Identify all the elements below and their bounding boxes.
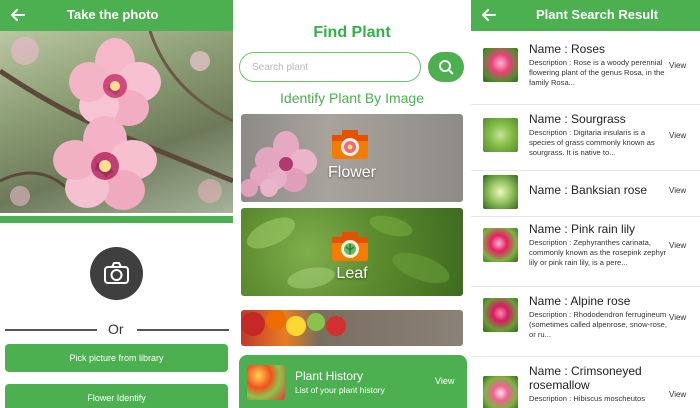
result-name: Name : Alpine rose xyxy=(529,294,631,308)
result-item[interactable]: Name : Alpine rose Description : Rhodode… xyxy=(471,290,700,352)
result-view-link[interactable]: View xyxy=(669,390,686,399)
list-divider xyxy=(471,286,700,287)
separator-line xyxy=(137,329,229,331)
plant-history-subtitle: List of your plant history xyxy=(295,385,385,395)
plant-history-view-link[interactable]: View xyxy=(435,376,454,386)
take-photo-screen: Take the photo Or Pick picture from libr… xyxy=(0,0,233,408)
result-item[interactable]: Name : Crimsoneyed rosemallow Descriptio… xyxy=(471,360,700,408)
result-view-link[interactable]: View xyxy=(669,186,686,195)
camera-icon xyxy=(104,262,129,284)
result-view-link[interactable]: View xyxy=(669,241,686,250)
result-description: Description : Digitaria insularis is a s… xyxy=(529,128,655,157)
result-name: Name : Sourgrass xyxy=(529,112,626,126)
captured-flower-photo xyxy=(0,31,233,213)
page-title: Find Plant xyxy=(313,24,391,41)
flower-identify-button[interactable]: Flower Identify xyxy=(5,384,228,408)
flower-category-card[interactable]: Flower xyxy=(241,114,463,202)
plant-history-card[interactable]: Plant History List of your plant history… xyxy=(239,355,467,408)
result-name: Name : Pink rain lily xyxy=(529,222,636,236)
result-item[interactable]: Name : Roses Description : Rose is a woo… xyxy=(471,38,700,100)
fruit-background-image xyxy=(241,310,346,336)
flower-category-label: Flower xyxy=(327,164,376,181)
result-thumbnail xyxy=(483,376,518,408)
take-photo-app-bar: Take the photo xyxy=(0,0,233,31)
search-button[interactable] xyxy=(428,52,464,82)
result-view-link[interactable]: View xyxy=(669,131,686,140)
list-divider xyxy=(471,356,700,357)
page-title: Take the photo xyxy=(67,7,159,22)
search-input[interactable] xyxy=(239,52,421,82)
result-thumbnail xyxy=(483,228,518,262)
list-divider xyxy=(471,104,700,105)
pick-from-library-button[interactable]: Pick picture from library xyxy=(5,344,228,372)
arrow-back-icon[interactable] xyxy=(8,5,28,25)
or-label: Or xyxy=(108,321,124,337)
separator-line xyxy=(5,329,97,331)
result-name: Name : Crimsoneyed rosemallow xyxy=(529,364,642,392)
list-divider xyxy=(471,170,700,171)
result-description: Description : Hibiscus moscheutos xyxy=(529,394,646,403)
results-app-bar: Plant Search Result xyxy=(471,0,700,31)
result-description: Description : Zephyranthes carinata, com… xyxy=(529,238,667,267)
find-plant-screen: Find Plant Identify Plant By Image xyxy=(233,0,471,408)
fruit-category-card[interactable] xyxy=(241,310,463,346)
result-item[interactable]: Name : Sourgrass Description : Digitaria… xyxy=(471,108,700,170)
result-thumbnail xyxy=(483,118,518,152)
camera-icon xyxy=(332,232,368,261)
result-item[interactable]: Name : Pink rain lily Description : Zeph… xyxy=(471,218,700,280)
search-icon xyxy=(439,60,454,75)
list-divider xyxy=(471,216,700,217)
section-divider xyxy=(0,216,233,223)
result-view-link[interactable]: View xyxy=(669,61,686,70)
section-subtitle: Identify Plant By Image xyxy=(280,90,424,106)
leaf-category-card[interactable]: Leaf xyxy=(241,208,463,296)
plant-history-thumbnail xyxy=(247,365,285,400)
plant-history-title: Plant History xyxy=(295,369,364,383)
result-thumbnail xyxy=(483,175,518,209)
result-thumbnail xyxy=(483,48,518,82)
result-name: Name : Banksian rose xyxy=(529,183,648,197)
leaf-category-label: Leaf xyxy=(336,265,368,282)
plant-search-result-screen: Plant Search Result Name : Roses Descrip… xyxy=(471,0,700,408)
camera-icon xyxy=(332,130,368,159)
result-thumbnail xyxy=(483,298,518,332)
or-separator: Or xyxy=(5,321,229,337)
result-item[interactable]: Name : Banksian rose View xyxy=(471,172,700,212)
arrow-back-icon[interactable] xyxy=(479,5,499,25)
take-photo-button[interactable] xyxy=(90,247,143,300)
result-name: Name : Roses xyxy=(529,42,606,56)
result-description: Description : Rose is a woody perennial … xyxy=(529,58,665,87)
result-view-link[interactable]: View xyxy=(669,313,686,322)
page-title: Plant Search Result xyxy=(536,7,659,22)
result-description: Description : Rhododendron ferrugineum (… xyxy=(529,310,668,339)
